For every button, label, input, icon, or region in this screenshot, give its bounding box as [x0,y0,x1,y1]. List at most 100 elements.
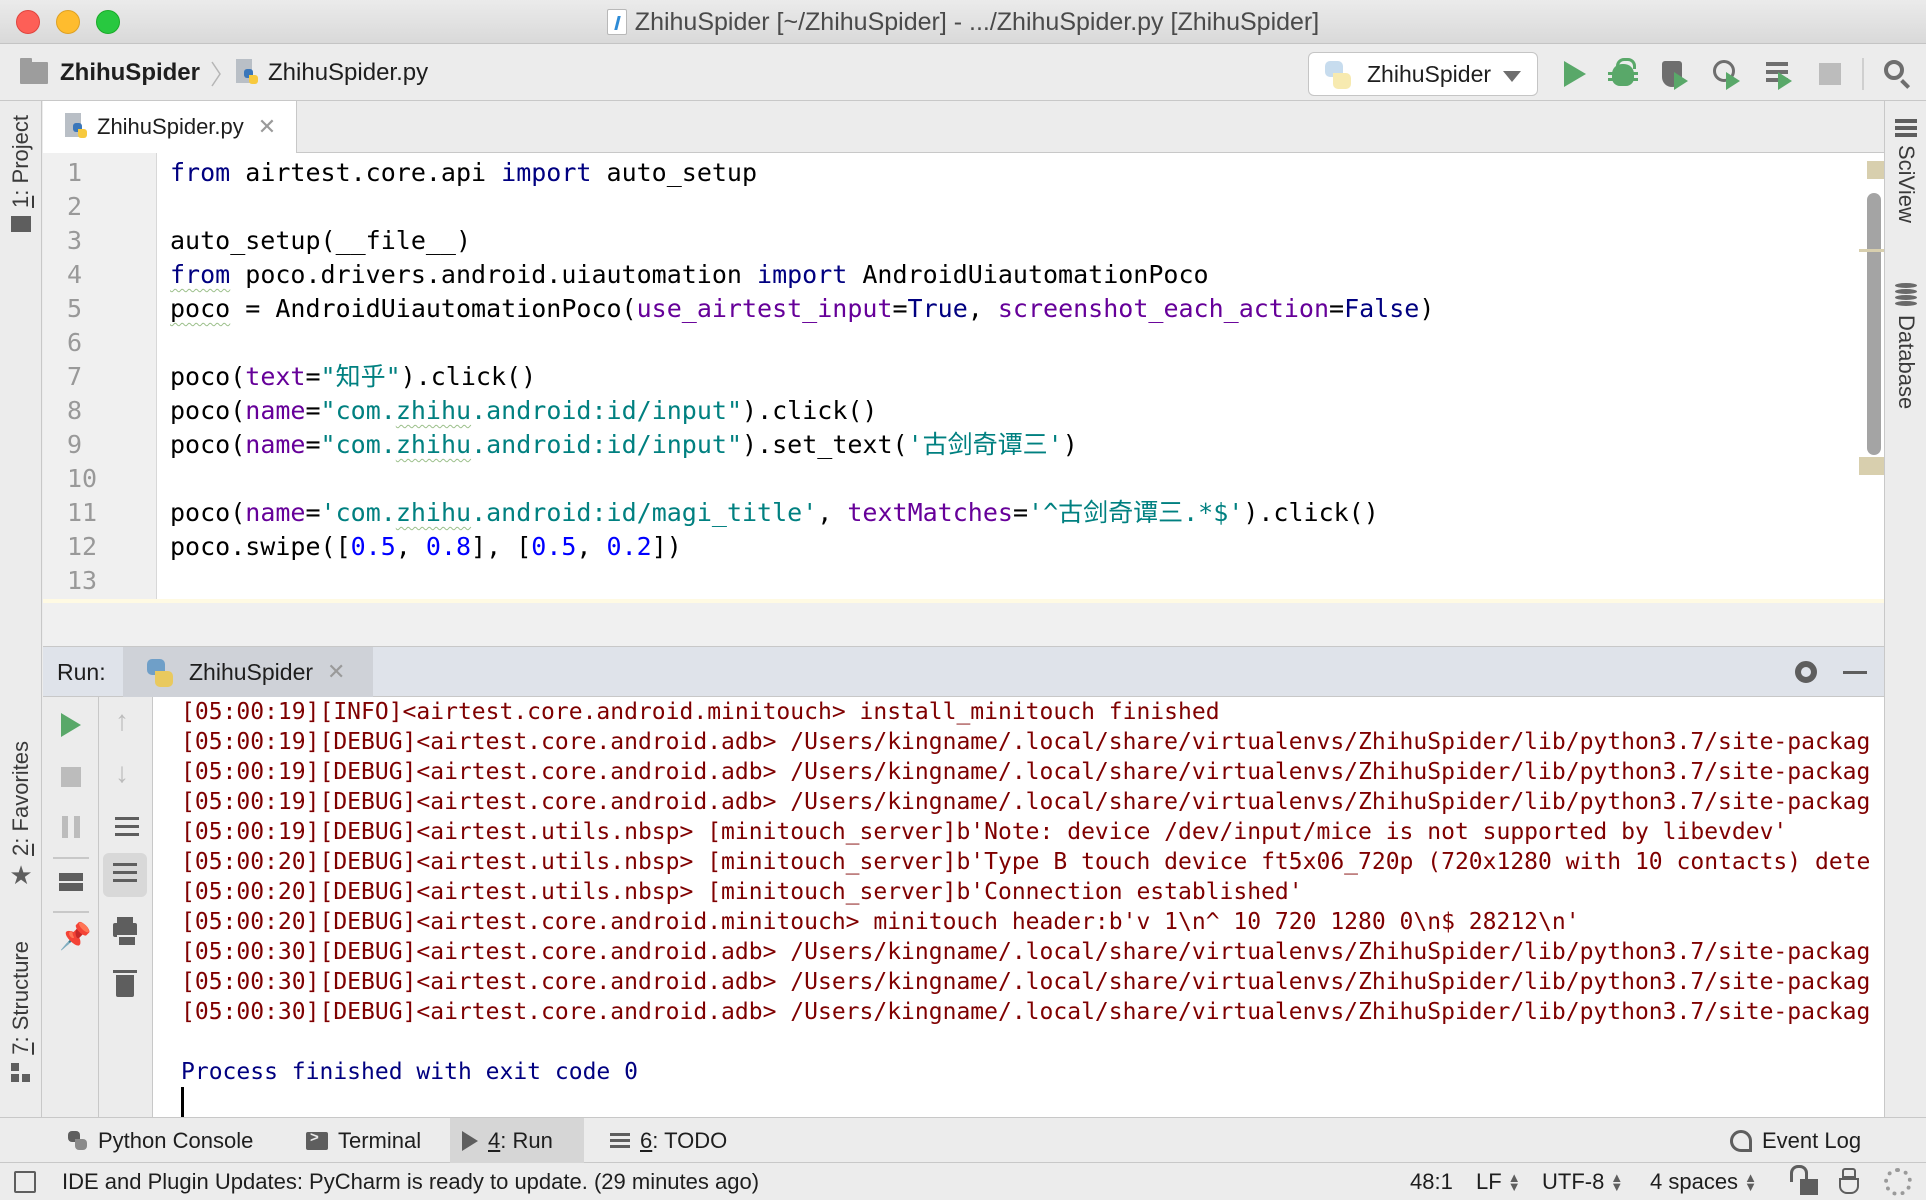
project-tool-tab[interactable]: 1: Project [0,115,42,232]
sciview-label: SciView [1894,145,1919,223]
toolbar-divider [53,911,89,913]
breadcrumb-file-label: ZhihuSpider.py [268,58,429,86]
code-line[interactable]: poco = AndroidUiautomationPoco(use_airte… [170,292,1434,326]
run-button[interactable] [1558,58,1590,90]
panel-splitter[interactable] [43,603,1884,647]
code-token: True [907,294,968,323]
warning-stripe-marker[interactable] [1859,457,1884,475]
warning-stripe-marker[interactable] [1859,249,1884,252]
run-with-coverage-button[interactable] [1660,58,1692,90]
print-button[interactable] [107,917,143,953]
breadcrumb-project[interactable]: ZhihuSpider [20,44,200,101]
console-output[interactable]: [05:00:19][INFO]<airtest.core.android.mi… [181,697,1884,1117]
pause-output-button[interactable] [53,809,89,845]
line-number[interactable]: 13 [67,564,97,598]
structure-tool-tab[interactable]: 7: Structure [0,941,42,1083]
indent-selector[interactable]: 4 spaces ▲ ▼ [1650,1163,1757,1200]
sciview-tool-tab[interactable]: SciView [1885,101,1926,223]
favorites-tab-mnemonic: 2 [8,843,33,856]
restore-layout-button[interactable] [53,863,89,899]
code-token: screenshot_each_action [997,294,1330,323]
editor-scrollbar[interactable] [1859,153,1884,599]
line-number[interactable]: 8 [67,394,82,428]
code-token: textMatches [847,498,1013,527]
line-ending-selector[interactable]: LF ▲ ▼ [1476,1163,1521,1200]
status-message[interactable]: IDE and Plugin Updates: PyCharm is ready… [62,1163,759,1200]
hide-panel-button[interactable] [1843,671,1867,674]
caret-position[interactable]: 48:1 [1410,1163,1453,1200]
code-token: , [967,294,998,323]
editor-scroll-thumb[interactable] [1867,193,1881,455]
console-line: [05:00:19][DEBUG]<airtest.core.android.a… [181,759,1871,785]
title-bar: ZhihuSpider [~/ZhihuSpider] - .../ZhihuS… [0,0,1926,44]
run-panel: 📌 ↑ ↓ [05:00:19][INFO]<airtest.core.andr… [43,697,1884,1117]
pin-tab-button[interactable]: 📌 [53,919,91,955]
close-tab-icon[interactable]: ✕ [327,659,345,685]
code-line[interactable]: from poco.drivers.android.uiautomation i… [170,258,1209,292]
soft-wrap-button[interactable] [107,809,143,845]
code-token: .android:id/input" [471,430,743,459]
code-line[interactable]: poco(name="com.zhihu.android:id/input").… [170,394,877,428]
run-tool-tab[interactable]: 4: Run [450,1118,584,1163]
rerun-button[interactable] [53,707,89,743]
line-number[interactable]: 6 [67,326,82,360]
close-tab-icon[interactable]: ✕ [258,114,276,140]
down-stack-button[interactable]: ↓ [107,757,143,793]
console-line: [05:00:30][DEBUG]<airtest.core.android.a… [181,969,1871,995]
code-token: auto_setup [591,158,758,187]
terminal-tab[interactable]: Terminal [294,1118,433,1163]
stop-icon [61,767,81,787]
line-number[interactable]: 11 [67,496,97,530]
hector-inspector-button[interactable] [1836,1163,1862,1200]
up-stack-button[interactable]: ↑ [107,705,143,741]
search-everywhere-button[interactable] [1882,58,1914,90]
line-number[interactable]: 12 [67,530,97,564]
error-stripe-marker[interactable] [1867,161,1884,179]
scroll-to-end-button[interactable] [103,853,147,897]
line-number[interactable]: 10 [67,462,97,496]
concurrency-diagram-button[interactable] [1764,58,1796,90]
profile-button[interactable] [1712,58,1744,90]
run-tab-zhihuspider[interactable]: ZhihuSpider ✕ [123,647,373,697]
line-number[interactable]: 4 [67,258,82,292]
read-only-toggle[interactable] [1790,1163,1818,1200]
help-settings-button[interactable] [1884,1163,1912,1200]
line-number[interactable]: 5 [67,292,82,326]
code-token: .android:id/magi_title' [471,498,818,527]
code-line[interactable]: poco(name="com.zhihu.android:id/input").… [170,428,1078,462]
breadcrumb-file[interactable]: ZhihuSpider.py [236,44,428,101]
toggle-tool-windows-button[interactable] [14,1163,36,1200]
favorites-tool-tab[interactable]: 2: Favorites ★ [0,741,42,888]
code-line[interactable]: poco(name='com.zhihu.android:id/magi_tit… [170,496,1379,530]
console-line: [05:00:19][DEBUG]<airtest.core.android.a… [181,729,1871,755]
todo-tab[interactable]: 6: TODO [598,1118,739,1163]
stop-button[interactable] [53,759,89,795]
code-editor[interactable]: 1 2 3 4 5 6 7 8 9 10 11 12 13 from airtest.core.api … [43,153,1884,603]
code-line[interactable]: poco(text="知乎").click() [170,360,536,394]
line-number[interactable]: 1 [67,156,82,190]
folder-icon [20,57,48,84]
editor-tab-zhihuspider-py[interactable]: ZhihuSpider.py ✕ [43,101,297,153]
encoding-selector[interactable]: UTF-8 ▲ ▼ [1542,1163,1623,1200]
database-tool-tab[interactable]: Database [1885,277,1926,409]
clear-all-button[interactable] [107,967,143,1003]
run-configuration-label: ZhihuSpider [1367,60,1492,87]
code-line[interactable]: from airtest.core.api import auto_setup [170,156,757,190]
line-number[interactable]: 9 [67,428,82,462]
event-log-tab[interactable]: Event Log [1718,1118,1873,1163]
process-exit-message: Process finished with exit code 0 [181,1059,638,1085]
code-line[interactable]: poco.swipe([0.5, 0.8], [0.5, 0.2]) [170,530,682,564]
run-configuration-dropdown[interactable]: ZhihuSpider [1308,52,1538,96]
line-number[interactable]: 3 [67,224,82,258]
stop-button[interactable] [1814,58,1846,90]
debug-button[interactable] [1607,58,1639,90]
code-token: = [305,396,321,425]
tool-windows-icon [14,1170,36,1193]
line-number[interactable]: 2 [67,190,82,224]
python-console-tab[interactable]: Python Console [56,1118,265,1163]
line-number[interactable]: 7 [67,360,82,394]
settings-button[interactable] [1791,657,1821,687]
chevron-down-icon [1503,71,1521,82]
terminal-icon [306,1129,328,1150]
code-line[interactable]: auto_setup(__file__) [170,224,471,258]
